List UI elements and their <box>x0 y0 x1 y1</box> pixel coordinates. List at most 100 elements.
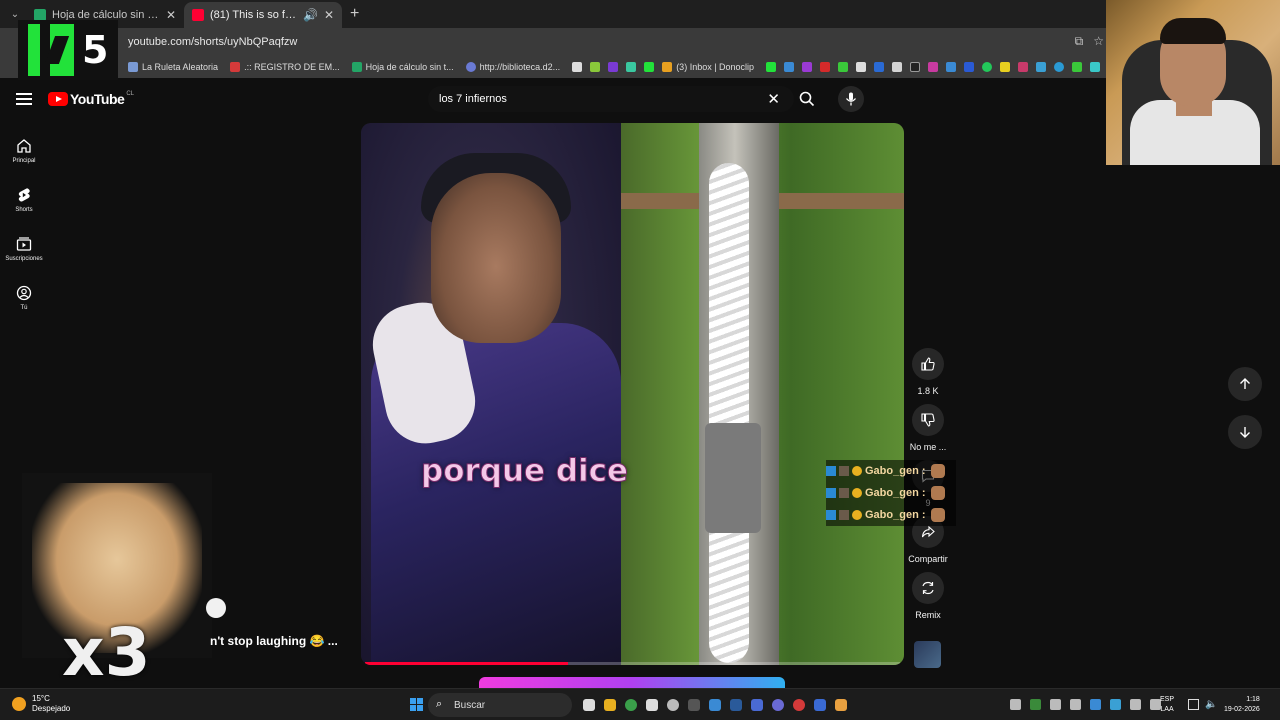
install-app-icon[interactable]: ⧉ <box>1075 34 1084 49</box>
speaker-icon[interactable]: 🔊 <box>303 8 318 22</box>
bookmark-star-icon[interactable]: ☆ <box>1093 34 1104 49</box>
app-icon[interactable] <box>667 699 679 711</box>
tray-status: 🔈 <box>1188 699 1217 710</box>
clear-search-icon[interactable]: ✕ <box>767 90 780 108</box>
share-icon <box>921 525 935 538</box>
close-icon[interactable]: ✕ <box>166 8 176 22</box>
chrome-icon[interactable] <box>625 699 637 711</box>
remix-button[interactable]: Remix <box>907 572 949 620</box>
sound-thumbnail[interactable] <box>914 641 941 668</box>
kick-logo-icon <box>28 24 74 76</box>
new-tab-button[interactable]: + <box>350 5 359 23</box>
badge-icon <box>852 510 862 520</box>
bookmark-icon[interactable] <box>964 62 975 72</box>
bookmark-icon[interactable] <box>892 62 903 72</box>
bookmark-icon[interactable] <box>1090 62 1101 72</box>
bookmark-icon[interactable] <box>856 62 867 72</box>
tab-youtube[interactable]: (81) This is so funny, I could 🔊 ✕ <box>184 2 342 28</box>
bookmark-icon[interactable] <box>838 62 849 72</box>
bookmark-icon[interactable] <box>626 62 637 72</box>
search-input[interactable]: los 7 infiernos ✕ <box>428 86 794 112</box>
youtube-icon <box>192 9 204 21</box>
previous-short-button[interactable] <box>1228 367 1262 401</box>
youtube-play-icon <box>48 92 68 106</box>
bookmark-icon[interactable] <box>1018 62 1029 72</box>
bookmark-hoja[interactable]: Hoja de cálculo sin t... <box>351 62 454 72</box>
bookmark-icons-group <box>766 62 1119 72</box>
tray-icon[interactable] <box>1050 699 1061 710</box>
steam-tray-icon[interactable] <box>1090 699 1101 710</box>
nvidia-icon[interactable] <box>1030 699 1041 710</box>
steam-icon[interactable] <box>730 699 742 711</box>
file-explorer-icon[interactable] <box>604 699 616 711</box>
short-video-player[interactable]: porque dice <box>361 123 904 665</box>
bookmark-icon[interactable] <box>820 62 831 72</box>
video-frame-right <box>621 123 904 665</box>
windows-start-icon[interactable] <box>410 698 423 711</box>
bookmark-icon[interactable] <box>590 62 601 72</box>
language-indicator[interactable]: ESP LAA <box>1160 695 1174 715</box>
hamburger-menu-icon[interactable] <box>16 93 32 105</box>
discord-icon[interactable] <box>772 699 784 711</box>
whatsapp-icon[interactable] <box>982 62 993 72</box>
app-icon[interactable] <box>793 699 805 711</box>
sidebar-item-shorts[interactable]: Shorts <box>0 175 48 224</box>
url-field[interactable]: youtube.com/shorts/uyNbQPaqfzw <box>128 36 297 48</box>
search-button[interactable] <box>794 86 820 112</box>
thumbs-down-icon <box>921 413 935 427</box>
taskbar-search[interactable]: ⌕ Buscar <box>428 693 572 717</box>
video-progress-bar[interactable] <box>365 662 900 665</box>
like-button[interactable]: 1.8 K <box>907 348 949 396</box>
app-icon[interactable] <box>751 699 763 711</box>
dislike-button[interactable]: No me ... <box>907 404 949 452</box>
youtube-logo[interactable]: YouTube CL <box>48 91 134 107</box>
bookmark-icon[interactable] <box>874 62 885 72</box>
voice-search-button[interactable] <box>838 86 864 112</box>
app-icon[interactable] <box>646 699 658 711</box>
bookmark-icon[interactable] <box>910 62 921 72</box>
bookmark-icon[interactable] <box>928 62 939 72</box>
badge-icon <box>839 510 849 520</box>
close-icon[interactable]: ✕ <box>324 8 334 22</box>
edge-icon[interactable] <box>709 699 721 711</box>
display-icon[interactable] <box>1188 699 1199 710</box>
channel-avatar[interactable] <box>206 598 226 618</box>
next-short-button[interactable] <box>1228 415 1262 449</box>
bookmark-icon[interactable] <box>784 62 795 72</box>
sidebar-item-principal[interactable]: Principal <box>0 126 48 175</box>
task-view-icon[interactable] <box>583 699 595 711</box>
emote-icon <box>930 486 945 500</box>
bookmark-icon[interactable] <box>766 62 777 72</box>
bookmark-icon[interactable] <box>1072 62 1083 72</box>
bookmark-icon[interactable] <box>802 62 813 72</box>
clock[interactable]: 1:18 19-02-2026 <box>1224 695 1260 715</box>
sidebar-item-suscripciones[interactable]: Suscripciones <box>0 224 48 273</box>
app-icon[interactable] <box>835 699 847 711</box>
kick-icon[interactable] <box>644 62 655 72</box>
globe-icon <box>465 62 476 72</box>
volume-icon[interactable]: 🔈 <box>1205 699 1217 710</box>
app-icon[interactable] <box>814 699 826 711</box>
bookmark-label: (3) Inbox | Donoclip <box>676 62 755 72</box>
bookmark-biblioteca[interactable]: http://biblioteca.d2... <box>465 62 560 72</box>
tray-icon[interactable] <box>1070 699 1081 710</box>
bookmark-icon[interactable] <box>572 62 583 72</box>
bookmark-icon[interactable] <box>1000 62 1011 72</box>
tray-icon[interactable] <box>1110 699 1121 710</box>
bookmark-donoclip[interactable]: (3) Inbox | Donoclip <box>662 62 754 72</box>
bookmark-icon[interactable] <box>608 62 619 72</box>
address-bar: youtube.com/shorts/uyNbQPaqfzw ⧉ ☆ <box>0 28 1280 56</box>
messenger-icon[interactable] <box>946 62 957 72</box>
bookmarks-bar: La Ruleta Aleatoria .:: REGISTRO DE EM..… <box>0 56 1280 78</box>
short-title[interactable]: n't stop laughing 😂 ... <box>210 634 338 648</box>
badge-icon <box>839 488 849 498</box>
bookmark-ruleta[interactable]: La Ruleta Aleatoria <box>128 62 218 72</box>
weather-widget[interactable]: 15°C Despejado <box>12 694 70 714</box>
bookmark-registro[interactable]: .:: REGISTRO DE EM... <box>230 62 340 72</box>
bookmark-icon[interactable] <box>1036 62 1047 72</box>
tray-icon[interactable] <box>1010 699 1021 710</box>
sidebar-item-tu[interactable]: Tú <box>0 273 48 322</box>
tray-icon[interactable] <box>1130 699 1141 710</box>
app-icon[interactable] <box>688 699 700 711</box>
telegram-icon[interactable] <box>1054 62 1065 72</box>
